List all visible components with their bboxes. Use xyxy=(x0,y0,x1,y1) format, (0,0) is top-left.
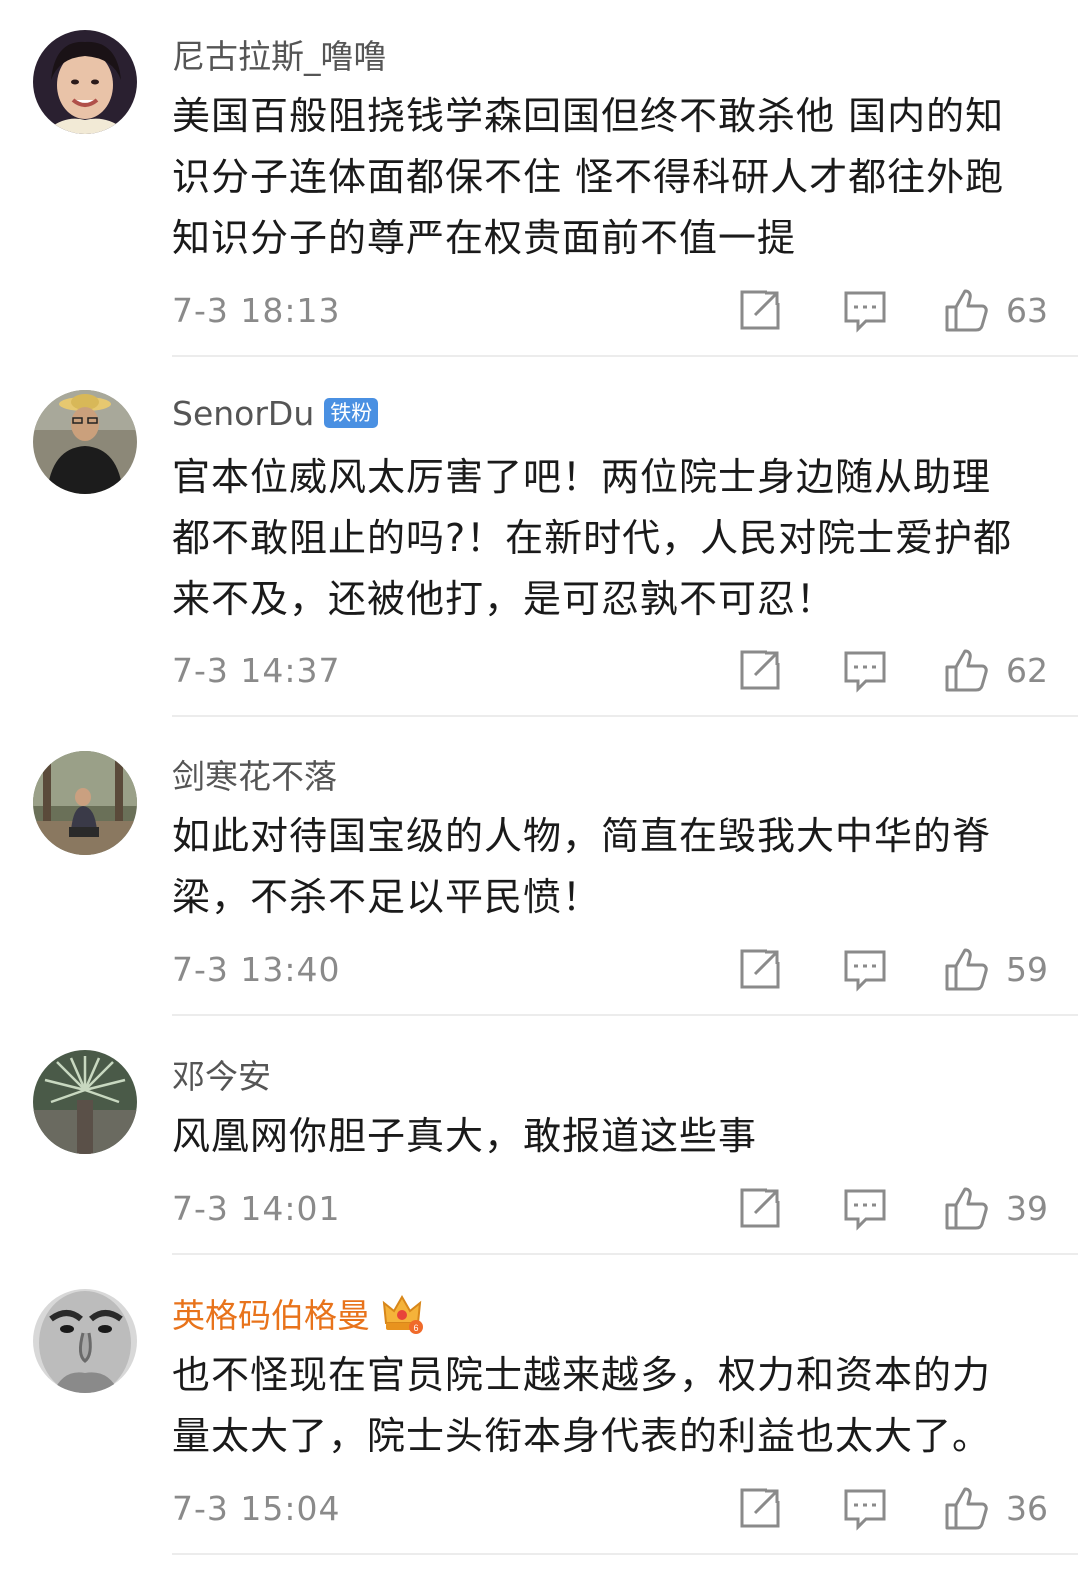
crown-icon: 6 xyxy=(380,1291,424,1335)
repost-icon[interactable] xyxy=(737,946,783,992)
comment-text-line: 知识分子的尊严在权贵面前不值一提 xyxy=(172,216,797,260)
comment-text-line: 美国百般阻挠钱学森回国但终不敢杀他 国内的知 xyxy=(172,94,1005,138)
divider xyxy=(172,1014,1078,1016)
like-count: 59 xyxy=(1006,950,1048,989)
comment-text: 也不怪现在官员院士越来越多，权力和资本的力 量太大了，院士头衔本身代表的利益也太… xyxy=(172,1345,1052,1467)
comment-text: 风凰网你胆子真大，敢报道这些事 xyxy=(172,1106,1052,1167)
comment-text-line: 也不怪现在官员院士越来越多，权力和资本的力 xyxy=(172,1353,992,1397)
divider xyxy=(172,715,1078,717)
fan-badge: 铁粉 xyxy=(324,398,379,428)
comment-text: 美国百般阻挠钱学森回国但终不敢杀他 国内的知 识分子连体面都保不住 怪不得科研人… xyxy=(172,86,1052,269)
like-count: 63 xyxy=(1006,291,1048,330)
comment-text-line: 梁，不杀不足以平民愤！ xyxy=(172,875,602,919)
repost-icon[interactable] xyxy=(737,1185,783,1231)
comment-meta: 7-3 13:40 59 xyxy=(172,946,1052,996)
thumbs-up-icon[interactable] xyxy=(944,946,990,992)
comment-text-line: 来不及，还被他打，是可忍孰不可忍！ xyxy=(172,577,836,621)
comment-text-line: 风凰网你胆子真大，敢报道这些事 xyxy=(172,1114,758,1158)
comment-text-line: 如此对待国宝级的人物，简直在毁我大中华的脊 xyxy=(172,814,992,858)
reply-icon[interactable] xyxy=(842,1185,888,1231)
username[interactable]: 剑寒花不落 xyxy=(172,750,337,798)
avatar[interactable] xyxy=(33,1289,137,1393)
reply-icon[interactable] xyxy=(842,287,888,333)
comment-text: 如此对待国宝级的人物，简直在毁我大中华的脊 梁，不杀不足以平民愤！ xyxy=(172,806,1052,928)
repost-icon[interactable] xyxy=(737,647,783,693)
timestamp: 7-3 14:37 xyxy=(172,651,341,690)
avatar[interactable] xyxy=(33,30,137,134)
timestamp: 7-3 15:04 xyxy=(172,1489,341,1528)
thumbs-up-icon[interactable] xyxy=(944,647,990,693)
username-row: 英格码伯格曼 6 xyxy=(172,1291,424,1335)
username-row: 剑寒花不落 xyxy=(172,752,337,796)
comment-text-line: 识分子连体面都保不住 怪不得科研人才都往外跑 xyxy=(172,155,1005,199)
username-row: 邓今安 xyxy=(172,1052,271,1096)
comment-text-line: 官本位威风太厉害了吧！两位院士身边随从助理 xyxy=(172,455,992,499)
username[interactable]: 尼古拉斯_噜噜 xyxy=(172,30,387,78)
timestamp: 7-3 18:13 xyxy=(172,291,341,330)
thumbs-up-icon[interactable] xyxy=(944,287,990,333)
reply-icon[interactable] xyxy=(842,946,888,992)
svg-text:6: 6 xyxy=(413,1323,418,1333)
divider xyxy=(172,1253,1078,1255)
like-count: 62 xyxy=(1006,651,1048,690)
username-row: 尼古拉斯_噜噜 xyxy=(172,32,387,76)
comment-text: 官本位威风太厉害了吧！两位院士身边随从助理 都不敢阻止的吗?！在新时代，人民对院… xyxy=(172,447,1052,630)
thumbs-up-icon[interactable] xyxy=(944,1185,990,1231)
reply-icon[interactable] xyxy=(842,647,888,693)
comment-meta: 7-3 15:04 36 xyxy=(172,1485,1052,1535)
thumbs-up-icon[interactable] xyxy=(944,1485,990,1531)
divider xyxy=(172,355,1078,357)
comment-text-line: 都不敢阻止的吗?！在新时代，人民对院士爱护都 xyxy=(172,516,1013,560)
repost-icon[interactable] xyxy=(737,1485,783,1531)
divider xyxy=(172,1553,1078,1555)
username-row: SenorDu 铁粉 xyxy=(172,391,379,435)
comment-meta: 7-3 14:01 39 xyxy=(172,1185,1052,1235)
username[interactable]: 英格码伯格曼 xyxy=(172,1289,370,1337)
comment-text-line: 量太大了，院士头衔本身代表的利益也太大了。 xyxy=(172,1414,992,1458)
avatar[interactable] xyxy=(33,390,137,494)
reply-icon[interactable] xyxy=(842,1485,888,1531)
comment-meta: 7-3 18:13 63 xyxy=(172,287,1052,337)
comment-meta: 7-3 14:37 62 xyxy=(172,647,1052,697)
like-count: 36 xyxy=(1006,1489,1048,1528)
username[interactable]: 邓今安 xyxy=(172,1050,271,1098)
username[interactable]: SenorDu xyxy=(172,394,314,433)
repost-icon[interactable] xyxy=(737,287,783,333)
avatar[interactable] xyxy=(33,751,137,855)
timestamp: 7-3 13:40 xyxy=(172,950,341,989)
avatar[interactable] xyxy=(33,1050,137,1154)
like-count: 39 xyxy=(1006,1189,1048,1228)
timestamp: 7-3 14:01 xyxy=(172,1189,341,1228)
